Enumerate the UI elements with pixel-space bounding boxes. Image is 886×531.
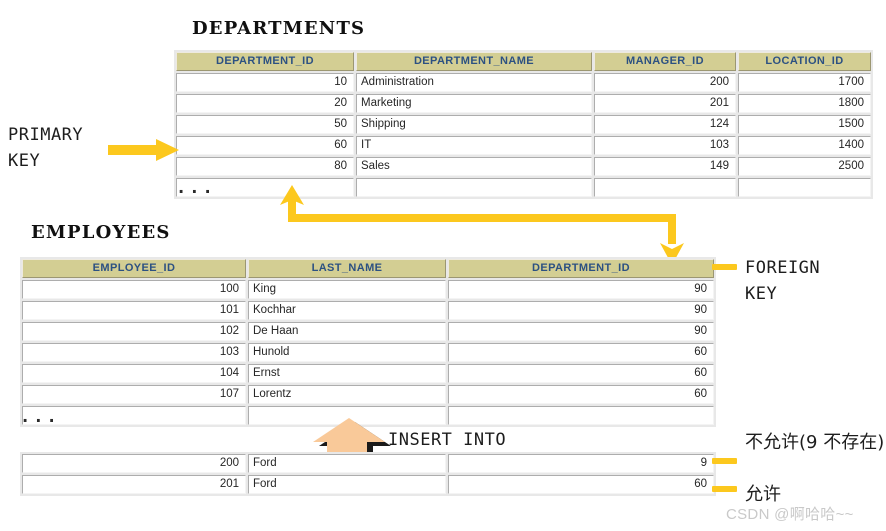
cell-department-id: 60 (448, 364, 714, 383)
table-row[interactable]: 10 Administration 200 1700 (176, 73, 871, 92)
cell-employee-id: 107 (22, 385, 246, 404)
column-header-last-name[interactable]: LAST_NAME (248, 259, 446, 278)
table-row[interactable]: 60 IT 103 1400 (176, 136, 871, 155)
column-header-location-id[interactable]: LOCATION_ID (738, 52, 871, 71)
cell-manager-id: 149 (594, 157, 736, 176)
cell-department-id: 90 (448, 322, 714, 341)
cell-last-name: Kochhar (248, 301, 446, 320)
cell-department-name: Marketing (356, 94, 592, 113)
cell-department-id: 50 (176, 115, 354, 134)
cell-last-name: Lorentz (248, 385, 446, 404)
departments-table: DEPARTMENT_ID DEPARTMENT_NAME MANAGER_ID… (174, 50, 873, 199)
employees-more-rows-ellipsis: ... (20, 407, 60, 427)
cell-last-name: Ford (248, 475, 446, 494)
cell-employee-id: 100 (22, 280, 246, 299)
cell-location-id: 1700 (738, 73, 871, 92)
cell-department-name: IT (356, 136, 592, 155)
cell-manager-id: 201 (594, 94, 736, 113)
cell-department-id: 20 (176, 94, 354, 113)
cell-last-name: Hunold (248, 343, 446, 362)
table-row[interactable]: 50 Shipping 124 1500 (176, 115, 871, 134)
table-row[interactable]: 104 Ernst 60 (22, 364, 714, 383)
cell-employee-id: 104 (22, 364, 246, 383)
insert-into-label: INSERT INTO (388, 430, 507, 450)
cell-department-id: 60 (448, 475, 714, 494)
column-header-department-id[interactable]: DEPARTMENT_ID (448, 259, 714, 278)
cell-department-name: Sales (356, 157, 592, 176)
cell-department-id: 90 (448, 280, 714, 299)
not-allowed-label: 不允许(9 不存在) (745, 432, 885, 453)
allowed-marker-dash (712, 486, 737, 492)
cell-empty (448, 406, 714, 425)
foreign-key-relationship-arrow-icon (280, 185, 684, 265)
cell-employee-id: 101 (22, 301, 246, 320)
cell-department-id: 90 (448, 301, 714, 320)
column-header-manager-id[interactable]: MANAGER_ID (594, 52, 736, 71)
cell-employee-id: 103 (22, 343, 246, 362)
cell-last-name: Ernst (248, 364, 446, 383)
cell-department-id: 60 (176, 136, 354, 155)
table-row[interactable]: 103 Hunold 60 (22, 343, 714, 362)
employees-table: EMPLOYEE_ID LAST_NAME DEPARTMENT_ID 100 … (20, 257, 716, 427)
departments-table-title: DEPARTMENTS (192, 18, 366, 39)
cell-location-id: 1400 (738, 136, 871, 155)
cell-department-id: 60 (448, 343, 714, 362)
cell-manager-id: 103 (594, 136, 736, 155)
cell-department-name: Administration (356, 73, 592, 92)
watermark: CSDN @啊哈哈~~ (726, 506, 854, 523)
primary-key-label: PRIMARY KEY (8, 125, 84, 171)
cell-department-id: 10 (176, 73, 354, 92)
column-header-department-id[interactable]: DEPARTMENT_ID (176, 52, 354, 71)
column-header-employee-id[interactable]: EMPLOYEE_ID (22, 259, 246, 278)
table-row[interactable]: 107 Lorentz 60 (22, 385, 714, 404)
primary-key-arrow-icon (108, 139, 179, 161)
table-row[interactable]: 200 Ford 9 (22, 454, 714, 473)
table-row[interactable]: 201 Ford 60 (22, 475, 714, 494)
cell-department-id: 9 (448, 454, 714, 473)
table-header-row: EMPLOYEE_ID LAST_NAME DEPARTMENT_ID (22, 259, 714, 278)
table-header-row: DEPARTMENT_ID DEPARTMENT_NAME MANAGER_ID… (176, 52, 871, 71)
cell-employee-id: 200 (22, 454, 246, 473)
cell-employee-id: 102 (22, 322, 246, 341)
table-row[interactable]: 101 Kochhar 90 (22, 301, 714, 320)
table-row[interactable]: 102 De Haan 90 (22, 322, 714, 341)
cell-manager-id: 200 (594, 73, 736, 92)
allowed-label: 允许 (745, 484, 781, 505)
cell-location-id: 2500 (738, 157, 871, 176)
table-row[interactable]: 80 Sales 149 2500 (176, 157, 871, 176)
column-header-department-name[interactable]: DEPARTMENT_NAME (356, 52, 592, 71)
departments-more-rows-ellipsis: ... (176, 178, 216, 198)
not-allowed-marker-dash (712, 458, 737, 464)
table-row[interactable]: 20 Marketing 201 1800 (176, 94, 871, 113)
foreign-key-label: FOREIGN KEY (745, 258, 821, 304)
employees-table-title: EMPLOYEES (31, 222, 171, 243)
table-row[interactable]: 100 King 90 (22, 280, 714, 299)
cell-department-id: 80 (176, 157, 354, 176)
cell-last-name: De Haan (248, 322, 446, 341)
foreign-key-marker-dash (712, 264, 737, 270)
cell-location-id: 1500 (738, 115, 871, 134)
cell-manager-id: 124 (594, 115, 736, 134)
cell-last-name: King (248, 280, 446, 299)
cell-department-name: Shipping (356, 115, 592, 134)
cell-last-name: Ford (248, 454, 446, 473)
cell-location-id: 1800 (738, 94, 871, 113)
cell-department-id: 60 (448, 385, 714, 404)
cell-empty (738, 178, 871, 197)
inserted-rows-table: 200 Ford 9 201 Ford 60 (20, 452, 716, 496)
cell-employee-id: 201 (22, 475, 246, 494)
